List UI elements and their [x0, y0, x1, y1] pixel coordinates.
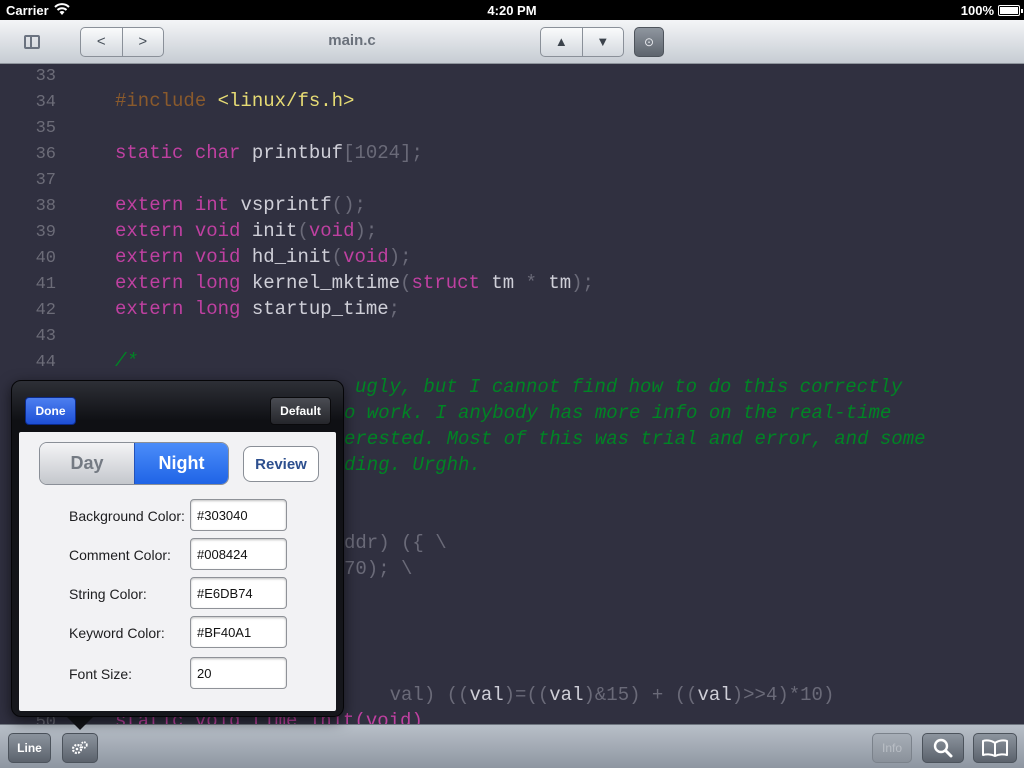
keyword-color-row: Keyword Color:: [19, 616, 336, 648]
line-number: 41: [35, 275, 56, 294]
string-color-label: String Color:: [69, 586, 147, 602]
bookmarks-button[interactable]: [973, 733, 1017, 763]
line-number: 43: [35, 327, 56, 346]
settings-button[interactable]: [62, 733, 98, 763]
font-size-row: Font Size:: [19, 657, 336, 689]
keyword-color-input[interactable]: [190, 616, 287, 648]
status-bar: Carrier 4:20 PM 100%: [0, 0, 1024, 20]
comment-color-input[interactable]: [190, 538, 287, 570]
string-color-row: String Color:: [19, 577, 336, 609]
battery-icon: [998, 5, 1023, 16]
code-line: 44 /*: [0, 350, 138, 376]
file-title: main.c: [328, 32, 376, 49]
background-color-input[interactable]: [190, 499, 287, 531]
comment-color-row: Comment Color:: [19, 538, 336, 570]
code-line: 39 extern void init(void);: [0, 220, 378, 246]
history-nav-control: < >: [80, 27, 164, 57]
info-button[interactable]: Info: [872, 733, 912, 763]
scroll-nav-control: ▲ ▼: [540, 27, 624, 57]
target-button[interactable]: ⊙: [634, 27, 664, 57]
background-color-label: Background Color:: [69, 508, 185, 524]
popover-content: Day Night Review Background Color: Comme…: [19, 432, 336, 711]
keyword-color-label: Keyword Color:: [69, 625, 165, 641]
string-color-input[interactable]: [190, 577, 287, 609]
code-line: 42 extern long startup_time;: [0, 298, 400, 324]
code-line: 33: [0, 64, 56, 90]
search-button[interactable]: [922, 733, 964, 763]
background-color-row: Background Color:: [19, 499, 336, 531]
code-line: 40 extern void hd_init(void);: [0, 246, 412, 272]
code-line: ddr) ({ \: [344, 532, 447, 554]
sidebar-icon: [24, 35, 40, 49]
comment-line: erested. Most of this was trial and erro…: [344, 428, 926, 450]
comment-line: ugly, but I cannot find how to do this c…: [355, 376, 903, 398]
day-segment[interactable]: Day: [40, 443, 134, 484]
code-line: 43: [0, 324, 56, 350]
comment-color-label: Comment Color:: [69, 547, 171, 563]
gears-icon: [71, 741, 88, 755]
code-line: 41 extern long kernel_mktime(struct tm *…: [0, 272, 594, 298]
code-line: 34 #include <linux/fs.h>: [0, 90, 355, 116]
search-icon: [933, 738, 953, 758]
back-button[interactable]: <: [81, 28, 122, 56]
line-number: 42: [35, 301, 56, 320]
top-toolbar: < > main.c ▲ ▼ ⊙: [0, 20, 1024, 64]
line-number: 39: [35, 223, 56, 242]
font-size-label: Font Size:: [69, 666, 133, 682]
sidebar-toggle-button[interactable]: [14, 28, 50, 56]
goto-line-button[interactable]: Line: [8, 733, 51, 763]
code-line: 38 extern int vsprintf();: [0, 194, 366, 220]
default-button[interactable]: Default: [270, 397, 331, 425]
line-number: 36: [35, 145, 56, 164]
forward-button[interactable]: >: [121, 28, 164, 56]
line-number: 44: [35, 353, 56, 372]
line-number: 35: [35, 119, 56, 138]
code-line: 35: [0, 116, 56, 142]
comment-line: o work. I anybody has more info on the r…: [344, 402, 892, 424]
popover-toolbar: Done Default: [12, 381, 343, 431]
code-line: 70); \: [344, 558, 413, 580]
review-button[interactable]: Review: [243, 446, 319, 482]
theme-settings-popover: Done Default Day Night Review Background…: [11, 380, 344, 717]
battery-percent: 100%: [960, 3, 994, 18]
font-size-input[interactable]: [190, 657, 287, 689]
line-number: 40: [35, 249, 56, 268]
code-line: 36 static char printbuf[1024];: [0, 142, 423, 168]
line-number: 34: [35, 93, 56, 112]
down-arrow-button[interactable]: ▼: [581, 28, 624, 56]
bottom-toolbar: Line Info: [0, 724, 1024, 768]
up-arrow-button[interactable]: ▲: [541, 28, 582, 56]
line-number: 38: [35, 197, 56, 216]
line-number: 37: [35, 171, 56, 190]
code-line: val) ((val)=((val)&15) + ((val)>>4)*10): [389, 684, 835, 706]
theme-segmented-control: Day Night: [39, 442, 229, 485]
line-number: 33: [35, 67, 56, 86]
code-line: 37: [0, 168, 56, 194]
comment-line: ding. Urghh.: [344, 454, 481, 476]
book-icon: [982, 739, 1008, 757]
night-segment[interactable]: Night: [134, 443, 228, 484]
clock: 4:20 PM: [487, 3, 537, 18]
done-button[interactable]: Done: [25, 397, 76, 425]
popover-arrow: [66, 716, 94, 730]
